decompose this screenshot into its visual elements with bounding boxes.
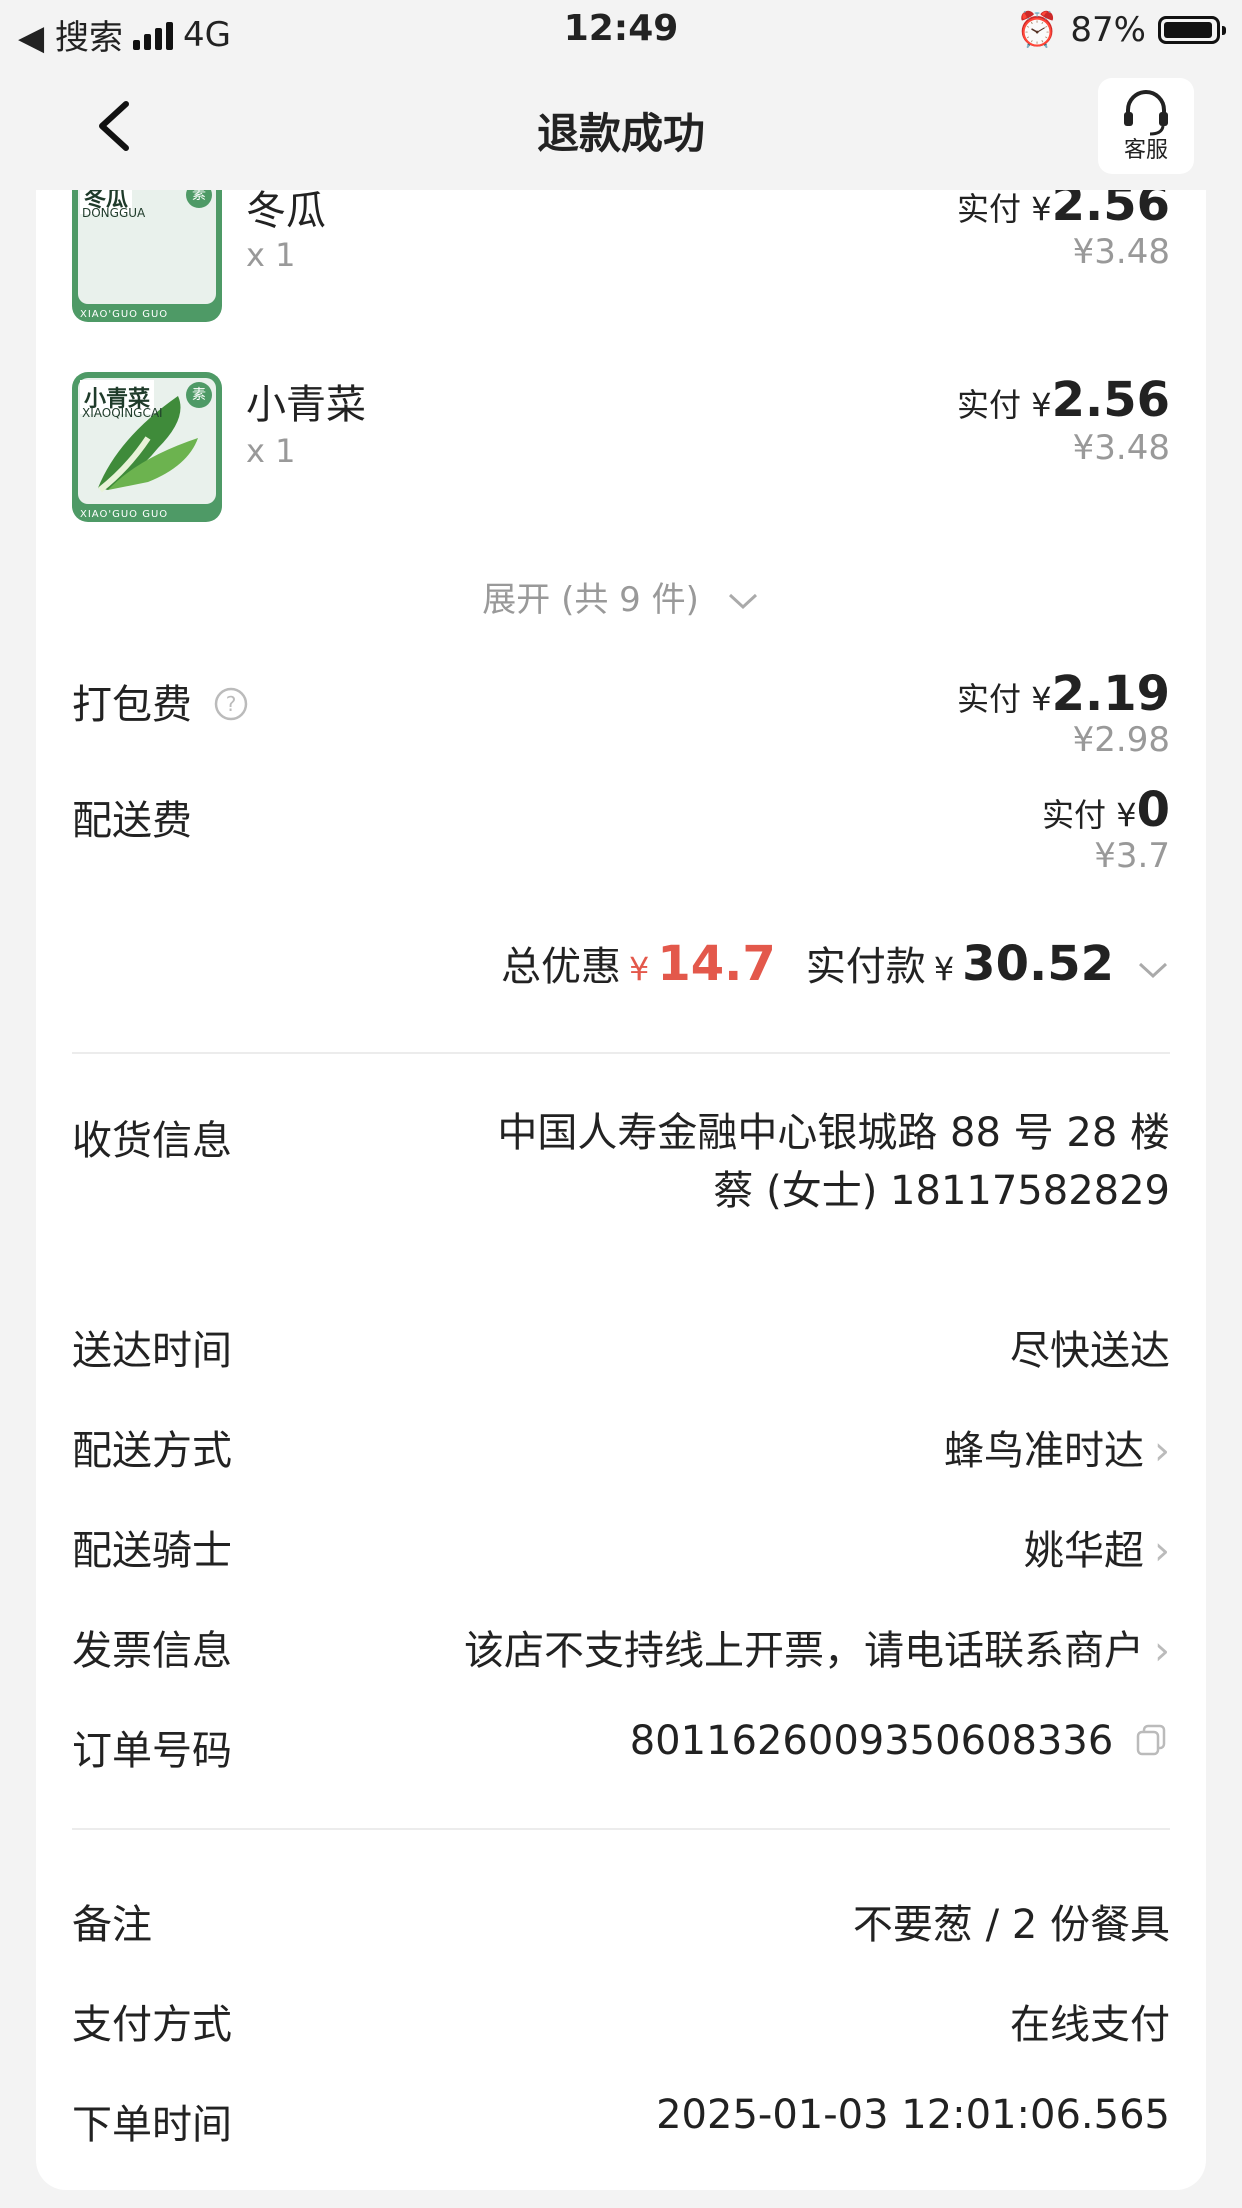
copy-icon[interactable] — [1134, 1722, 1170, 1758]
chevron-down-icon — [728, 593, 757, 610]
payment-method-label: 支付方式 — [72, 2002, 232, 2048]
customer-service-label: 客服 — [1123, 138, 1168, 163]
battery-icon — [1158, 16, 1226, 44]
paid-label: 实付 ¥ — [957, 190, 1052, 228]
packing-fee-original: ¥2.98 — [1072, 720, 1170, 760]
expand-label: 展开 (共 9 件) — [482, 580, 699, 620]
packing-fee-paid: 实付 ¥2.19 — [957, 666, 1170, 722]
product-image-footer: XIAO'GUO GUO — [80, 309, 169, 320]
delivery-time-label: 送达时间 — [72, 1328, 232, 1374]
discount-amount: 14.7 — [657, 936, 776, 992]
product-image-badge: 素 — [186, 382, 212, 408]
product-image: 小青菜 XIAOQINGCAI 素 XIAO'GUO GUO — [72, 372, 222, 522]
invoice-label: 发票信息 — [72, 1628, 232, 1674]
contact-line: 蔡 (女士) 18117582829 — [713, 1168, 1170, 1214]
order-summary[interactable]: 总优惠 ¥14.7 实付款 ¥30.52 — [501, 934, 1170, 992]
product-quantity: x 1 — [246, 236, 296, 274]
product-image-footer: XIAO'GUO GUO — [80, 509, 169, 520]
total-label: 实付款 — [805, 944, 926, 990]
delivery-fee-label: 配送费 — [72, 798, 192, 844]
product-image: 冬瓜 DONGGUA 素 XIAO'GUO GUO — [72, 172, 222, 322]
total-amount: 30.52 — [962, 936, 1114, 992]
rider-row[interactable]: 姚华超 › — [1024, 1518, 1170, 1576]
divider — [72, 1052, 1170, 1054]
status-right: ⏰ 87% — [1016, 10, 1226, 50]
product-original-price: ¥3.48 — [1072, 428, 1170, 468]
order-number-label: 订单号码 — [72, 1728, 232, 1774]
delivery-method-row[interactable]: 蜂鸟准时达 › — [944, 1418, 1170, 1476]
order-number-row: 8011626009350608336 — [630, 1718, 1170, 1764]
delivery-method-label: 配送方式 — [72, 1428, 232, 1474]
order-time-value: 2025-01-03 12:01:06.565 — [656, 2092, 1170, 2138]
discount-currency: ¥ — [629, 950, 650, 988]
nav-bar: 退款成功 客服 — [0, 62, 1242, 190]
discount-label: 总优惠 — [501, 944, 622, 990]
paid-label: 实付 ¥ — [1042, 796, 1137, 834]
address-value: 中国人寿金融中心银城路 88 号 28 楼 蔡 (女士) 18117582829 — [450, 1104, 1170, 1220]
product-original-price: ¥3.48 — [1072, 232, 1170, 272]
page-title: 退款成功 — [536, 109, 705, 158]
product-name: 小青菜 — [246, 382, 366, 428]
divider — [72, 1828, 1170, 1830]
packing-fee-label: 打包费 — [72, 682, 192, 728]
address-label: 收货信息 — [72, 1118, 232, 1164]
customer-service-button[interactable]: 客服 — [1098, 78, 1194, 174]
alarm-icon: ⏰ — [1016, 10, 1059, 50]
rider-label: 配送骑士 — [72, 1528, 232, 1574]
headset-icon — [1124, 90, 1168, 136]
delivery-method-value: 蜂鸟准时达 — [944, 1428, 1144, 1474]
delivery-time-value: 尽快送达 — [1010, 1328, 1170, 1374]
delivery-fee-paid: 实付 ¥0 — [1042, 782, 1170, 838]
status-bar: ◀ 搜索 4G 12:49 ⏰ 87% — [0, 0, 1242, 62]
chevron-down-icon — [1138, 962, 1168, 979]
help-icon[interactable]: ? — [213, 686, 249, 722]
expand-items-toggle[interactable]: 展开 (共 9 件) — [36, 572, 1206, 621]
product-paid-price: 实付 ¥2.56 — [957, 372, 1170, 428]
order-time-label: 下单时间 — [72, 2102, 232, 2148]
order-detail-card: 冬瓜 DONGGUA 素 XIAO'GUO GUO 冬瓜 x 1 实付 ¥2.5… — [36, 140, 1206, 2190]
paid-amount: 2.19 — [1051, 666, 1170, 722]
product-quantity: x 1 — [246, 432, 296, 470]
paid-label: 实付 ¥ — [957, 680, 1052, 718]
payment-method-value: 在线支付 — [1010, 2002, 1170, 2048]
chevron-right-icon: › — [1154, 1428, 1170, 1474]
note-value: 不要葱 / 2 份餐具 — [852, 1902, 1170, 1948]
packing-fee-row: 打包费 ? — [72, 672, 249, 730]
svg-text:?: ? — [225, 692, 236, 716]
chevron-right-icon: › — [1154, 1628, 1170, 1674]
battery-percent: 87% — [1070, 10, 1146, 50]
rider-value: 姚华超 — [1024, 1528, 1144, 1574]
address-line: 中国人寿金融中心银城路 88 号 28 楼 — [497, 1110, 1170, 1156]
invoice-value: 该店不支持线上开票，请电话联系商户 — [464, 1628, 1144, 1674]
paid-label: 实付 ¥ — [957, 386, 1052, 424]
total-currency: ¥ — [933, 950, 955, 988]
note-label: 备注 — [72, 1902, 152, 1948]
order-number-value: 8011626009350608336 — [629, 1718, 1114, 1764]
product-image-subtitle: DONGGUA — [82, 206, 146, 220]
product-image-subtitle: XIAOQINGCAI — [82, 406, 163, 420]
chevron-right-icon: › — [1154, 1528, 1170, 1574]
paid-amount: 2.56 — [1051, 372, 1170, 428]
invoice-row[interactable]: 该店不支持线上开票，请电话联系商户 › — [464, 1618, 1170, 1676]
paid-amount: 0 — [1136, 782, 1170, 838]
delivery-fee-original: ¥3.7 — [1094, 836, 1170, 876]
